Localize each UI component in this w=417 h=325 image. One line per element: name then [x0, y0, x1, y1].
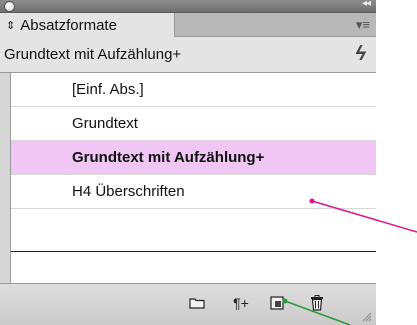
- callout-lines: [282, 198, 417, 325]
- callout-dot-clear-overrides: [282, 298, 288, 304]
- callout-line-selected-style: [311, 200, 417, 233]
- callout-line-clear-overrides: [284, 300, 351, 325]
- callout-dot-selected-style: [309, 198, 315, 204]
